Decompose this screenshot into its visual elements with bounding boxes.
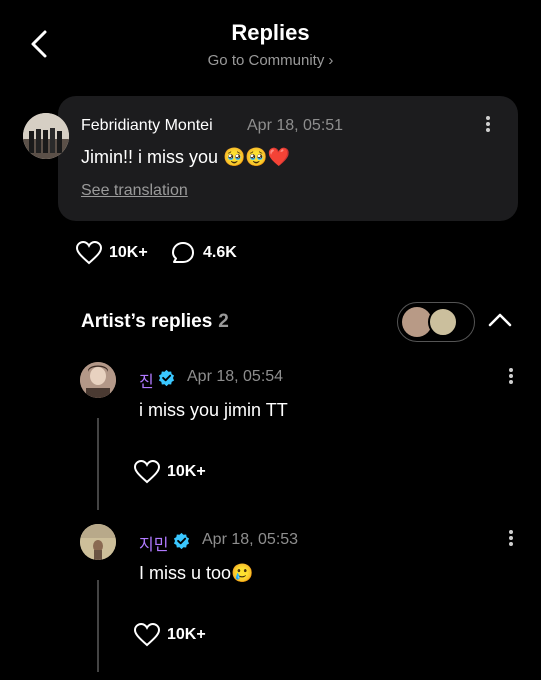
verified-badge-icon (173, 532, 190, 549)
kebab-icon[interactable] (504, 528, 518, 550)
chevron-up-icon[interactable] (487, 310, 513, 330)
reply-message: i miss you jimin TT (139, 400, 288, 420)
heart-icon[interactable] (134, 623, 160, 647)
go-to-community-label: Go to Community (207, 52, 325, 69)
post-comment-count: 4.6K (203, 244, 237, 261)
reply-author: 진 (139, 374, 154, 391)
post-like-count: 10K+ (109, 244, 148, 261)
reply-message: I miss u too🥲 (139, 563, 254, 583)
avatar (428, 307, 458, 337)
page-title: Replies (231, 20, 310, 45)
comment-icon[interactable] (171, 241, 195, 265)
avatar[interactable] (80, 524, 116, 560)
artist-replies-header: Artist’s replies 2 (81, 311, 229, 333)
heart-icon[interactable] (134, 460, 160, 484)
kebab-icon[interactable] (481, 114, 495, 136)
verified-badge-icon (158, 369, 175, 386)
kebab-icon[interactable] (504, 366, 518, 388)
reply-time: Apr 18, 05:54 (187, 368, 284, 385)
post-message: Jimin!! i miss you 🥹🥹❤️ (81, 147, 291, 167)
thread-line (97, 580, 99, 672)
thread-line (97, 418, 99, 510)
post-author: Febridianty Montei (81, 117, 213, 134)
chevron-right-icon: › (328, 52, 334, 69)
see-translation-link[interactable]: See translation (81, 182, 188, 200)
reply-author: 지민 (139, 537, 169, 554)
artist-avatars-pill[interactable] (397, 302, 475, 342)
post-time: Apr 18, 05:51 (247, 117, 344, 134)
reply-like-count: 10K+ (167, 463, 206, 480)
go-to-community-link[interactable]: Go to Community › (0, 52, 541, 69)
avatar[interactable] (80, 362, 116, 398)
artist-replies-label: Artist’s replies (81, 311, 213, 332)
artist-replies-count: 2 (218, 311, 229, 332)
reply-like-count: 10K+ (167, 626, 206, 643)
reply-time: Apr 18, 05:53 (202, 531, 299, 548)
heart-icon[interactable] (76, 241, 102, 265)
avatar[interactable] (23, 113, 69, 159)
